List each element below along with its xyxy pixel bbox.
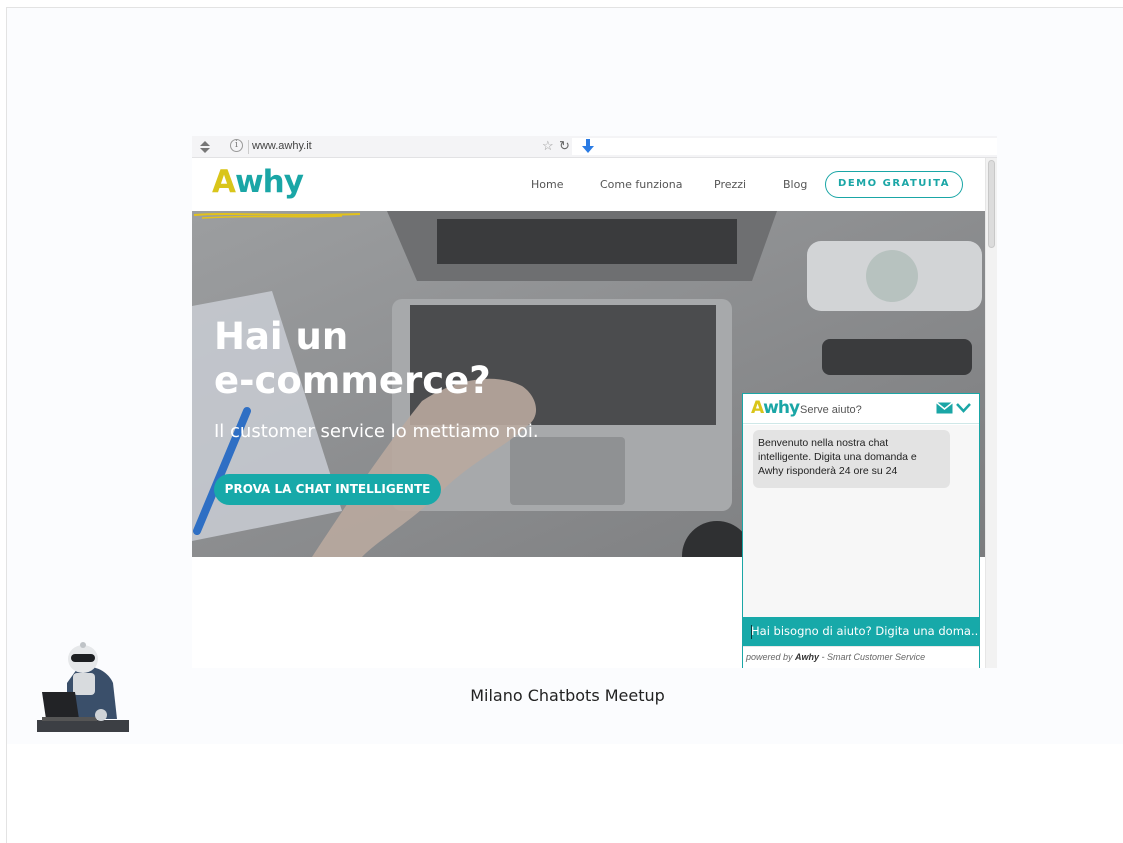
chat-widget: Awhy Serve aiuto? Benvenuto nella nostra… <box>742 393 980 668</box>
awhy-logo[interactable]: Awhy <box>212 164 304 200</box>
search-field[interactable] <box>572 138 997 155</box>
star-icon[interactable]: ☆ <box>542 138 554 154</box>
scrollbar-thumb[interactable] <box>988 160 995 248</box>
slide-caption: Milano Chatbots Meetup <box>470 686 665 705</box>
nav-blog[interactable]: Blog <box>783 178 807 191</box>
chat-messages: Benvenuto nella nostra chat intelligente… <box>743 425 979 617</box>
demo-gratuita-button[interactable]: DEMO GRATUITA <box>825 171 963 198</box>
chat-logo: Awhy <box>751 398 800 418</box>
chat-title: Serve aiuto? <box>800 404 862 416</box>
highlight-underline <box>193 213 361 219</box>
site-header: Awhy Home Come funziona Prezzi Blog DEMO… <box>192 158 985 211</box>
chat-header: Awhy Serve aiuto? <box>743 394 979 424</box>
nav-come-funziona[interactable]: Come funziona <box>600 178 682 191</box>
browser-address-bar: i www.awhy.it ☆ ↻ <box>192 136 997 158</box>
prova-chat-button[interactable]: PROVA LA CHAT INTELLIGENTE <box>214 474 441 505</box>
hero-title: Hai un e-commerce? <box>214 315 491 402</box>
chat-bot-message: Benvenuto nella nostra chat intelligente… <box>753 430 950 488</box>
info-icon[interactable]: i <box>230 139 243 152</box>
reload-icon[interactable]: ↻ <box>559 138 570 154</box>
chevron-down-icon[interactable] <box>956 401 971 414</box>
text-caret <box>751 625 752 639</box>
chat-footer: powered by Awhy - Smart Customer Service <box>743 646 979 668</box>
mail-icon[interactable] <box>936 402 953 414</box>
nav-home[interactable]: Home <box>531 178 563 191</box>
website-screenshot: i www.awhy.it ☆ ↻ Awhy Home Come funzion… <box>192 136 997 668</box>
nav-arrows-icon[interactable] <box>198 140 212 154</box>
address-divider <box>248 140 249 154</box>
website-viewport: Awhy Home Come funziona Prezzi Blog DEMO… <box>192 158 985 668</box>
page-scrollbar[interactable] <box>985 158 997 668</box>
hero-subtitle: Il customer service lo mettiamo noi. <box>214 421 539 442</box>
download-arrow-icon[interactable] <box>581 138 595 154</box>
url-text[interactable]: www.awhy.it <box>252 140 312 152</box>
nav-prezzi[interactable]: Prezzi <box>714 178 746 191</box>
chat-input[interactable]: Hai bisogno di aiuto? Digita una doma... <box>743 617 979 646</box>
